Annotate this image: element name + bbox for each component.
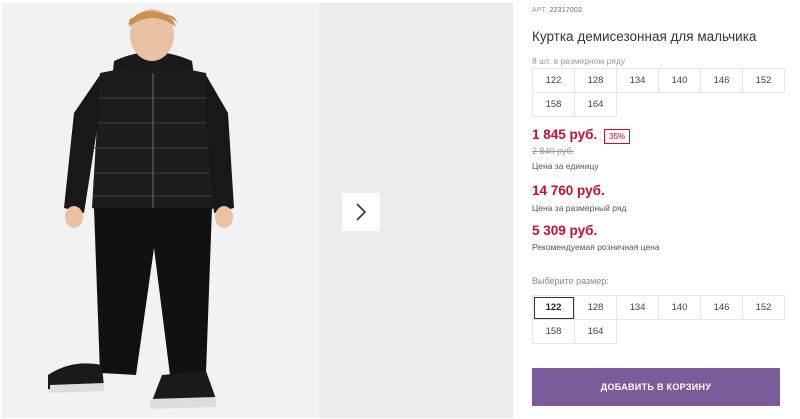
- pack-size-cell: 140: [659, 69, 701, 93]
- pack-size-cell: 134: [617, 69, 659, 93]
- pack-size-cell: 122: [533, 69, 575, 93]
- row-price-label: Цена за размерный ряд: [532, 203, 627, 213]
- article-label: АРТ.: [532, 7, 548, 14]
- pack-size-cell: 128: [575, 69, 617, 93]
- rrp-label: Рекомендуемая розничная цена: [532, 242, 660, 252]
- add-to-cart-button[interactable]: ДОБАВИТЬ В КОРЗИНУ: [532, 368, 780, 406]
- article-value: 22317002: [549, 7, 583, 14]
- row-price: 14 760 руб.: [532, 183, 605, 198]
- rrp-price: 5 309 руб.: [532, 223, 598, 238]
- unit-price-label: Цена за единицу: [532, 161, 599, 171]
- size-selector: 122 128 134 140 146 152 158 164: [532, 295, 785, 344]
- size-option[interactable]: 158: [533, 320, 575, 344]
- size-option[interactable]: 122: [533, 296, 575, 320]
- product-photo[interactable]: [2, 3, 319, 418]
- article-number: АРТ. 22317002: [532, 7, 582, 14]
- chevron-right-icon: [356, 203, 367, 221]
- size-option[interactable]: 128: [575, 296, 617, 320]
- gallery-next-button[interactable]: [342, 193, 380, 231]
- pack-size-cell: 164: [575, 93, 617, 117]
- size-option[interactable]: 152: [743, 296, 785, 320]
- size-option[interactable]: 164: [575, 320, 617, 344]
- unit-price: 1 845 руб.: [532, 127, 598, 142]
- size-option[interactable]: 140: [659, 296, 701, 320]
- discount-badge: 35%: [604, 129, 631, 144]
- pack-size-grid: 122 128 134 140 146 152 158 164: [532, 68, 785, 117]
- product-title: Куртка демисезонная для мальчика: [532, 29, 757, 44]
- pack-size-cell: 146: [701, 69, 743, 93]
- product-gallery: [0, 0, 513, 419]
- pack-size-cell: 152: [743, 69, 785, 93]
- old-price: 2 840 руб.: [532, 146, 575, 156]
- pack-note: 8 шт. в размерном ряду: [532, 56, 626, 66]
- product-photo-illustration: [2, 3, 319, 418]
- size-option[interactable]: 146: [701, 296, 743, 320]
- pack-size-cell: 158: [533, 93, 575, 117]
- size-option[interactable]: 134: [617, 296, 659, 320]
- choose-size-label: Выберите размер:: [532, 276, 609, 286]
